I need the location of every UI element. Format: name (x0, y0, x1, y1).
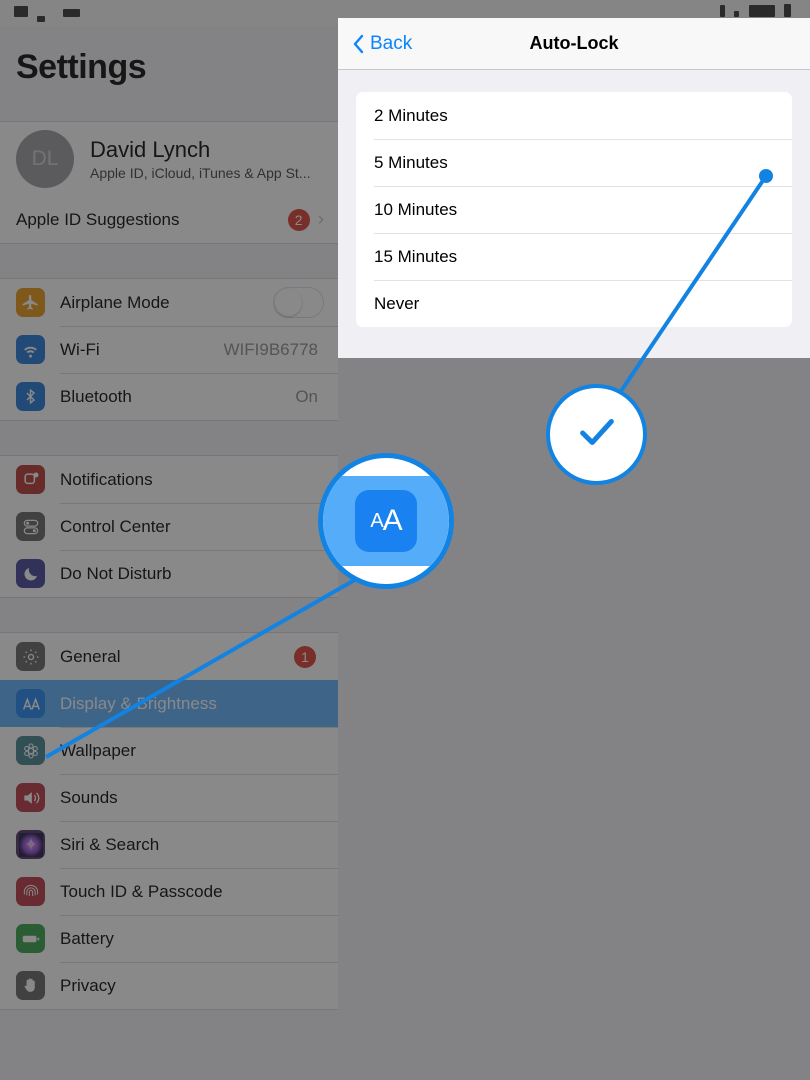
sidebar-item-sounds[interactable]: Sounds (0, 774, 338, 821)
bluetooth-icon (16, 382, 45, 411)
chevron-right-icon: › (317, 209, 324, 230)
profile-name: David Lynch (90, 136, 211, 162)
system-group: General 1 Display & Brightness Wallpaper (0, 632, 338, 1010)
privacy-hand-icon (16, 971, 45, 1000)
status-bar-left-redacted (14, 4, 85, 22)
profile-subtitle: Apple ID, iCloud, iTunes & App St... (90, 165, 311, 182)
sidebar-item-wifi[interactable]: Wi-Fi WIFI9B6778 (0, 326, 338, 373)
bluetooth-state-value: On (295, 386, 318, 406)
auto-lock-option-2-minutes[interactable]: 2 Minutes (356, 92, 792, 139)
auto-lock-option-5-minutes[interactable]: 5 Minutes (356, 139, 792, 186)
page-title: Settings (16, 48, 147, 86)
row-label: Display & Brightness (60, 693, 217, 713)
auto-lock-option-15-minutes[interactable]: 15 Minutes (356, 233, 792, 280)
auto-lock-panel: Back Auto-Lock 2 Minutes 5 Minutes 10 Mi… (338, 18, 810, 358)
row-label: Wi-Fi (60, 339, 100, 359)
row-label: Sounds (60, 787, 118, 807)
apple-id-profile-row[interactable]: DL David Lynch Apple ID, iCloud, iTunes … (0, 122, 338, 196)
wifi-network-value: WIFI9B6778 (223, 339, 319, 359)
row-label: Airplane Mode (60, 292, 170, 312)
sidebar-item-wallpaper[interactable]: Wallpaper (0, 727, 338, 774)
option-label: Never (374, 293, 420, 313)
touch-id-icon (16, 877, 45, 906)
moon-icon (16, 559, 45, 588)
control-center-icon (16, 512, 45, 541)
sidebar-item-notifications[interactable]: Notifications (0, 456, 338, 503)
notifications-icon (16, 465, 45, 494)
wallpaper-icon (16, 736, 45, 765)
alerts-group: Notifications Control Center Do Not Dist… (0, 455, 338, 598)
row-label: Wallpaper (60, 740, 136, 760)
row-label: Privacy (60, 975, 116, 995)
battery-icon (16, 924, 45, 953)
option-label: 2 Minutes (374, 105, 448, 125)
row-label: Bluetooth (60, 386, 132, 406)
avatar: DL (16, 130, 74, 188)
auto-lock-option-never[interactable]: Never (356, 280, 792, 327)
airplane-mode-toggle[interactable] (273, 287, 324, 318)
panel-nav-bar: Back Auto-Lock (338, 18, 810, 70)
auto-lock-options-list: 2 Minutes 5 Minutes 10 Minutes 15 Minute… (356, 92, 792, 327)
sidebar-item-battery[interactable]: Battery (0, 915, 338, 962)
sidebar-item-general[interactable]: General 1 (0, 633, 338, 680)
row-label: Apple ID Suggestions (16, 209, 180, 229)
row-label: Control Center (60, 516, 171, 536)
airplane-icon (16, 288, 45, 317)
gear-icon (16, 642, 45, 671)
option-label: 15 Minutes (374, 246, 458, 266)
sidebar-item-siri-search[interactable]: Siri & Search (0, 821, 338, 868)
sounds-icon (16, 783, 45, 812)
row-label: Do Not Disturb (60, 563, 172, 583)
row-label: General (60, 646, 121, 666)
siri-icon (16, 830, 45, 859)
status-badge: 2 (287, 208, 310, 231)
auto-lock-option-10-minutes[interactable]: 10 Minutes (356, 186, 792, 233)
sidebar-item-privacy[interactable]: Privacy (0, 962, 338, 1009)
sidebar-item-bluetooth[interactable]: Bluetooth On (0, 373, 338, 420)
sidebar-item-display-brightness[interactable]: Display & Brightness (0, 680, 338, 727)
option-label: 5 Minutes (374, 152, 448, 172)
row-label: Touch ID & Passcode (60, 881, 223, 901)
status-badge: 1 (294, 645, 316, 668)
sidebar-item-airplane-mode[interactable]: Airplane Mode (0, 279, 338, 326)
row-label: Notifications (60, 469, 153, 489)
sidebar-item-control-center[interactable]: Control Center (0, 503, 338, 550)
panel-title: Auto-Lock (529, 33, 619, 53)
display-brightness-icon (16, 689, 45, 718)
row-label: Siri & Search (60, 834, 160, 854)
panel-body: 2 Minutes 5 Minutes 10 Minutes 15 Minute… (338, 70, 810, 327)
settings-sidebar[interactable]: Settings DL David Lynch Apple ID, iCloud… (0, 26, 338, 1080)
row-label: Battery (60, 928, 114, 948)
option-label: 10 Minutes (374, 199, 458, 219)
sidebar-item-do-not-disturb[interactable]: Do Not Disturb (0, 550, 338, 597)
sidebar-item-touch-id-passcode[interactable]: Touch ID & Passcode (0, 868, 338, 915)
wifi-icon (16, 335, 45, 364)
sidebar-item-apple-id-suggestions[interactable]: Apple ID Suggestions 2 › (0, 196, 338, 243)
account-group: DL David Lynch Apple ID, iCloud, iTunes … (0, 121, 338, 244)
connectivity-group: Airplane Mode Wi-Fi WIFI9B6778 Bluetooth… (0, 278, 338, 421)
